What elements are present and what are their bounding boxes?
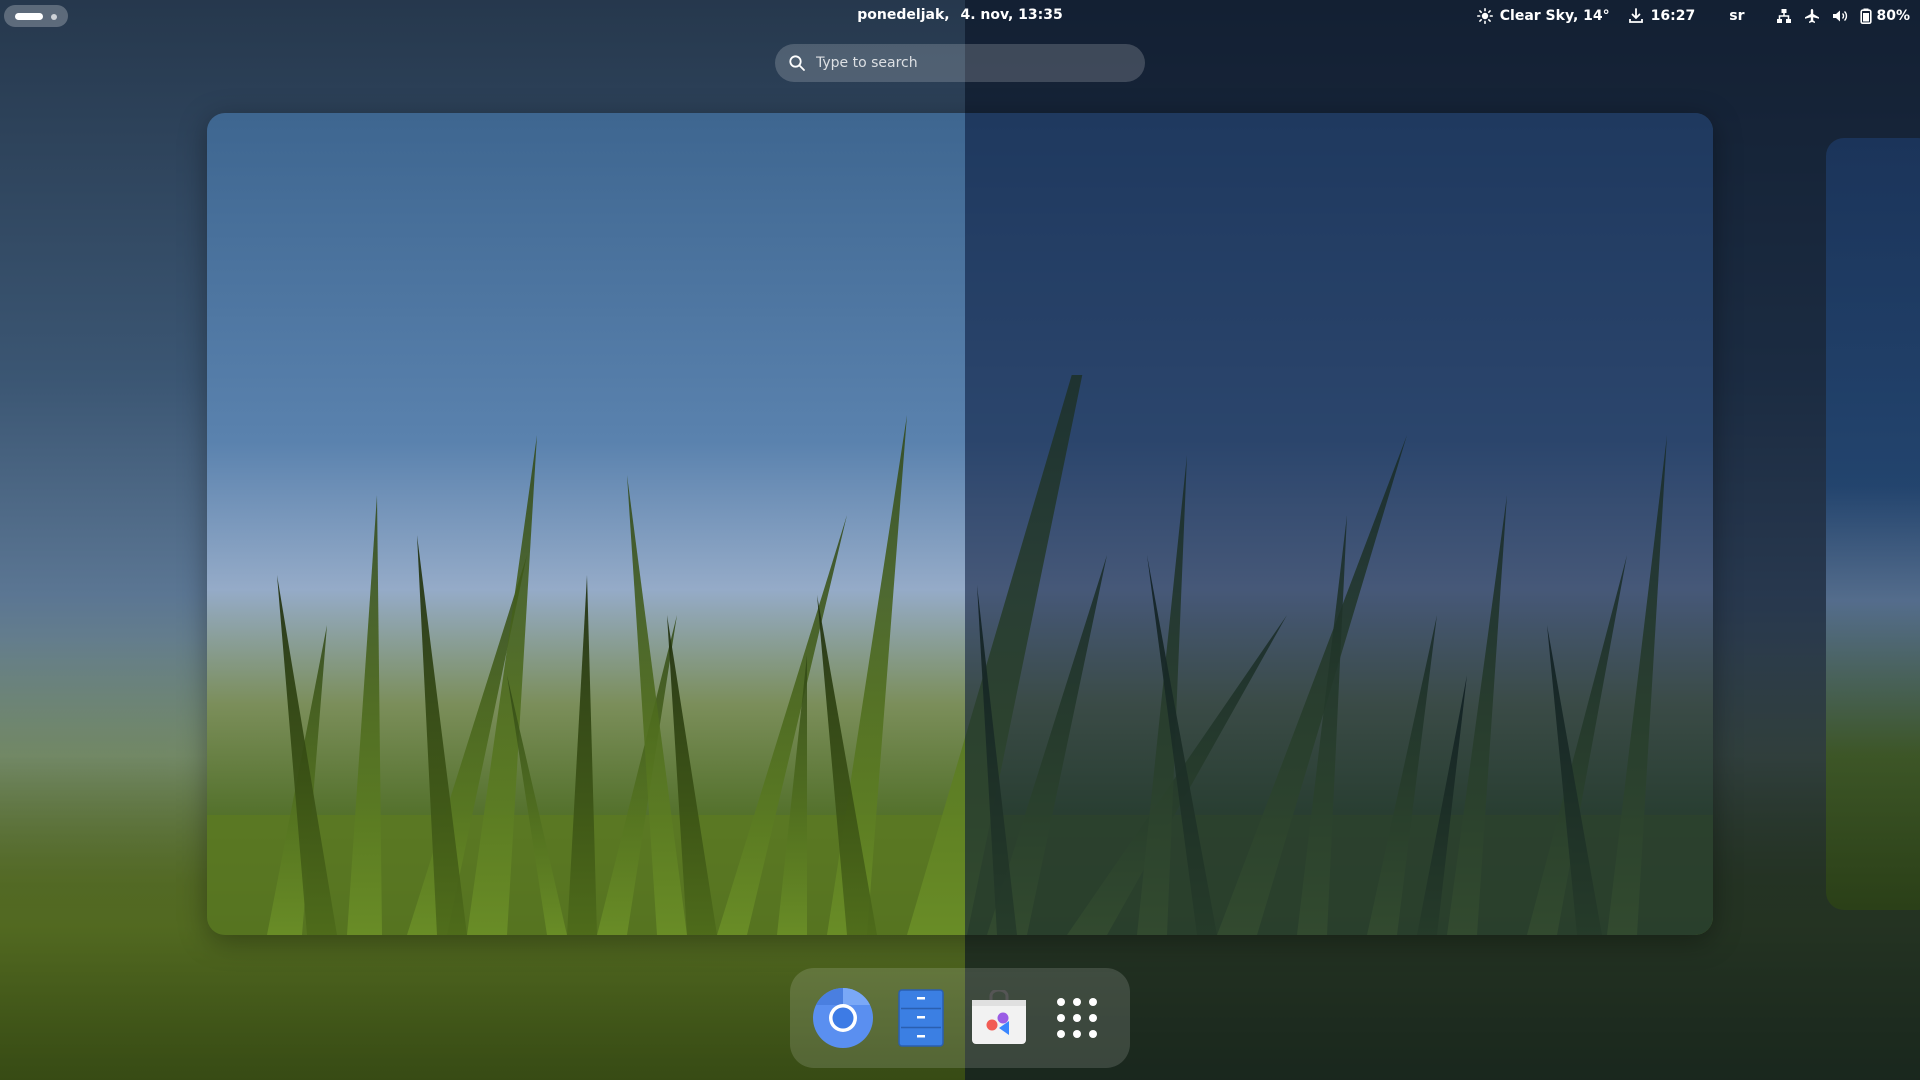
- next-workspace-thumbnail[interactable]: [1826, 138, 1920, 910]
- top-bar: ponedeljak, 4. nov, 13:35 Clear Sky, 14°…: [0, 0, 1920, 32]
- battery-percent: 80%: [1876, 8, 1910, 24]
- weather-indicator[interactable]: Clear Sky, 14°: [1476, 8, 1610, 24]
- chromium-launcher[interactable]: [811, 986, 875, 1050]
- system-tray: Clear Sky, 14° 16:27 sr 80%: [1459, 0, 1910, 32]
- clock-day: ponedeljak,: [857, 7, 950, 23]
- files-launcher[interactable]: [889, 986, 953, 1050]
- network-indicator[interactable]: [1776, 8, 1792, 24]
- workspace-thumbnail[interactable]: [207, 113, 1713, 935]
- show-apps-button[interactable]: [1045, 986, 1109, 1050]
- show-apps-icon: [1057, 998, 1097, 1038]
- download-icon: [1628, 8, 1643, 23]
- dash: [790, 968, 1130, 1068]
- workspace-dark-overlay: [965, 113, 1713, 935]
- download-indicator[interactable]: 16:27: [1628, 8, 1696, 24]
- volume-indicator[interactable]: [1832, 8, 1848, 24]
- battery-indicator[interactable]: 80%: [1860, 8, 1910, 24]
- search-input[interactable]: [814, 54, 1118, 72]
- chromium-icon: [813, 988, 873, 1048]
- search-icon: [789, 55, 805, 71]
- software-launcher[interactable]: [967, 986, 1031, 1050]
- airplane-icon: [1805, 9, 1820, 23]
- files-icon: [898, 989, 944, 1047]
- clock-datetime: 4. nov, 13:35: [960, 7, 1063, 23]
- battery-icon: [1860, 8, 1873, 24]
- airplane-mode-indicator[interactable]: [1804, 8, 1820, 24]
- volume-icon: [1833, 10, 1848, 22]
- search-bar[interactable]: [775, 44, 1145, 82]
- keyboard-layout-indicator[interactable]: sr: [1713, 8, 1758, 24]
- time-text: 16:27: [1650, 8, 1696, 24]
- sun-icon: [1476, 8, 1493, 24]
- network-wired-icon: [1777, 9, 1792, 23]
- keyboard-layout-text: sr: [1729, 8, 1745, 24]
- weather-text: Clear Sky, 14°: [1499, 8, 1610, 24]
- software-store-icon: [972, 990, 1026, 1044]
